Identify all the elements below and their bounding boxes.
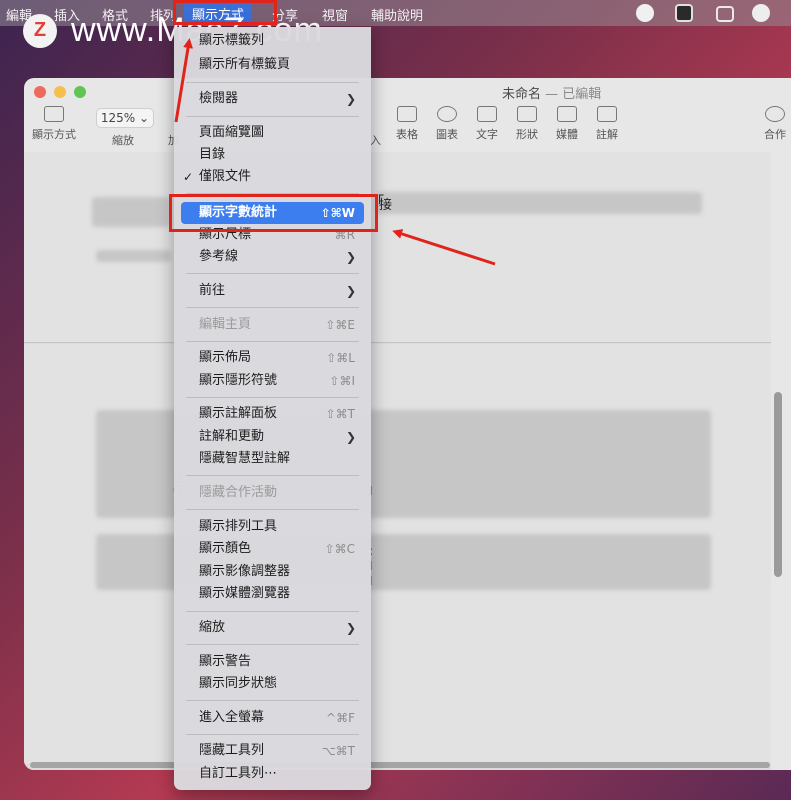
arrow-to-word-count bbox=[392, 229, 496, 266]
arrow-to-view-menu bbox=[174, 38, 193, 123]
annotation-arrows bbox=[174, 38, 496, 266]
